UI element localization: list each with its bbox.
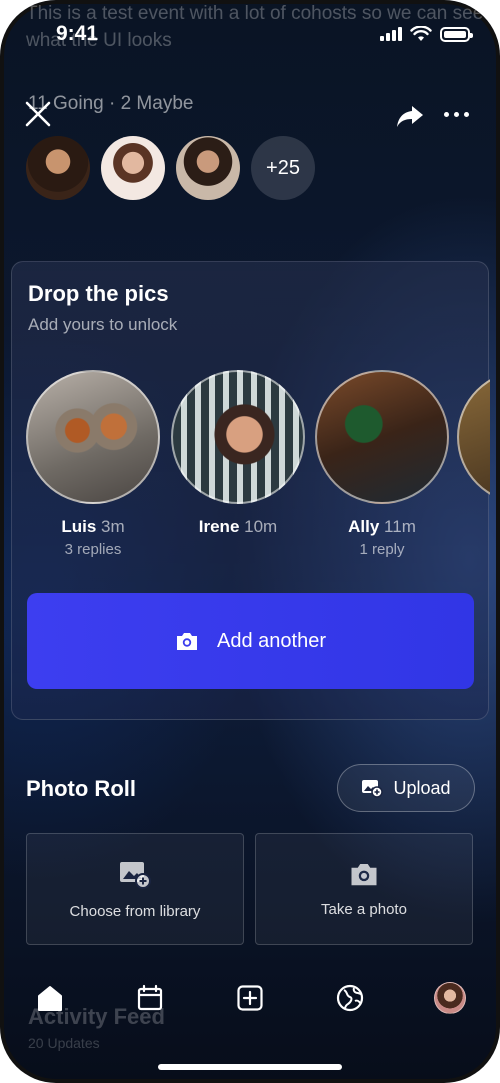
status-time: 9:41 bbox=[56, 22, 99, 45]
pic-author: Irene 10m bbox=[171, 517, 305, 537]
home-indicator bbox=[158, 1064, 342, 1070]
card-subtitle: Add yours to unlock bbox=[28, 315, 178, 334]
pic-thumbnail[interactable] bbox=[457, 370, 490, 504]
pic-item[interactable]: Irene 10m bbox=[171, 370, 305, 541]
choose-from-library-label: Choose from library bbox=[69, 902, 201, 920]
battery-icon bbox=[440, 26, 473, 42]
pic-author-name: Ally bbox=[348, 517, 380, 536]
drop-pics-card: Drop the pics Add yours to unlock Luis 3… bbox=[11, 261, 490, 720]
pic-thumbnail[interactable] bbox=[171, 370, 305, 504]
image-add-icon bbox=[362, 780, 384, 798]
pic-item[interactable]: Ally 11m 1 reply bbox=[315, 370, 449, 558]
pics-carousel[interactable]: Luis 3m 3 replies Irene 10m Ally 11m 1 r… bbox=[26, 370, 490, 570]
pic-thumbnail[interactable] bbox=[26, 370, 160, 504]
globe-icon bbox=[336, 984, 364, 1012]
pic-author: Luis 3m bbox=[26, 517, 160, 537]
calendar-icon bbox=[137, 984, 163, 1011]
add-another-button[interactable]: Add another bbox=[27, 593, 474, 689]
choose-from-library-button[interactable]: Choose from library bbox=[26, 833, 244, 945]
tab-explore[interactable] bbox=[332, 980, 368, 1016]
pic-author: Ally 11m bbox=[315, 517, 449, 537]
upload-label: Upload bbox=[393, 777, 451, 798]
add-another-label: Add another bbox=[217, 629, 326, 652]
more-attendees-count[interactable]: +25 bbox=[251, 136, 315, 200]
tab-calendar[interactable] bbox=[132, 980, 168, 1016]
photo-roll-title: Photo Roll bbox=[26, 776, 136, 801]
take-photo-label: Take a photo bbox=[321, 900, 407, 918]
wifi-icon bbox=[410, 26, 432, 41]
profile-avatar bbox=[434, 982, 466, 1014]
pic-time: 10m bbox=[244, 517, 278, 536]
pic-item[interactable] bbox=[457, 370, 490, 504]
camera-icon bbox=[177, 633, 197, 650]
pic-replies[interactable]: 3 replies bbox=[26, 541, 160, 558]
plus-square-icon bbox=[237, 985, 263, 1011]
pic-time: 3m bbox=[101, 517, 125, 536]
take-photo-button[interactable]: Take a photo bbox=[255, 833, 473, 945]
pic-item[interactable]: Luis 3m 3 replies bbox=[26, 370, 160, 558]
camera-icon bbox=[351, 863, 377, 885]
share-icon[interactable] bbox=[396, 104, 424, 128]
close-icon[interactable] bbox=[24, 100, 52, 128]
image-add-icon bbox=[120, 861, 151, 889]
tab-create[interactable] bbox=[232, 980, 268, 1016]
avatar[interactable] bbox=[176, 136, 240, 200]
pic-author-name: Luis bbox=[61, 517, 97, 536]
activity-feed-subtitle: 20 Updates bbox=[28, 1035, 100, 1051]
status-icons bbox=[380, 26, 473, 42]
signal-icon bbox=[380, 27, 402, 41]
rsvp-summary[interactable]: 11 Going · 2 Maybe bbox=[28, 93, 193, 115]
pic-time: 11m bbox=[384, 517, 416, 536]
phone-screen: This is a test event with a lot of cohos… bbox=[0, 0, 500, 1083]
avatar[interactable] bbox=[26, 136, 90, 200]
pic-replies[interactable]: 1 reply bbox=[315, 541, 449, 558]
tab-bar bbox=[0, 980, 500, 1020]
home-icon bbox=[38, 986, 62, 1011]
more-icon[interactable] bbox=[444, 112, 469, 117]
tab-profile[interactable] bbox=[432, 980, 468, 1016]
pic-author-name: Irene bbox=[198, 517, 240, 536]
upload-button[interactable]: Upload bbox=[337, 764, 475, 812]
pic-thumbnail[interactable] bbox=[315, 370, 449, 504]
card-title: Drop the pics bbox=[28, 281, 169, 306]
avatar[interactable] bbox=[101, 136, 165, 200]
attendee-avatars[interactable]: +25 bbox=[26, 136, 315, 200]
tab-home[interactable] bbox=[32, 980, 68, 1016]
